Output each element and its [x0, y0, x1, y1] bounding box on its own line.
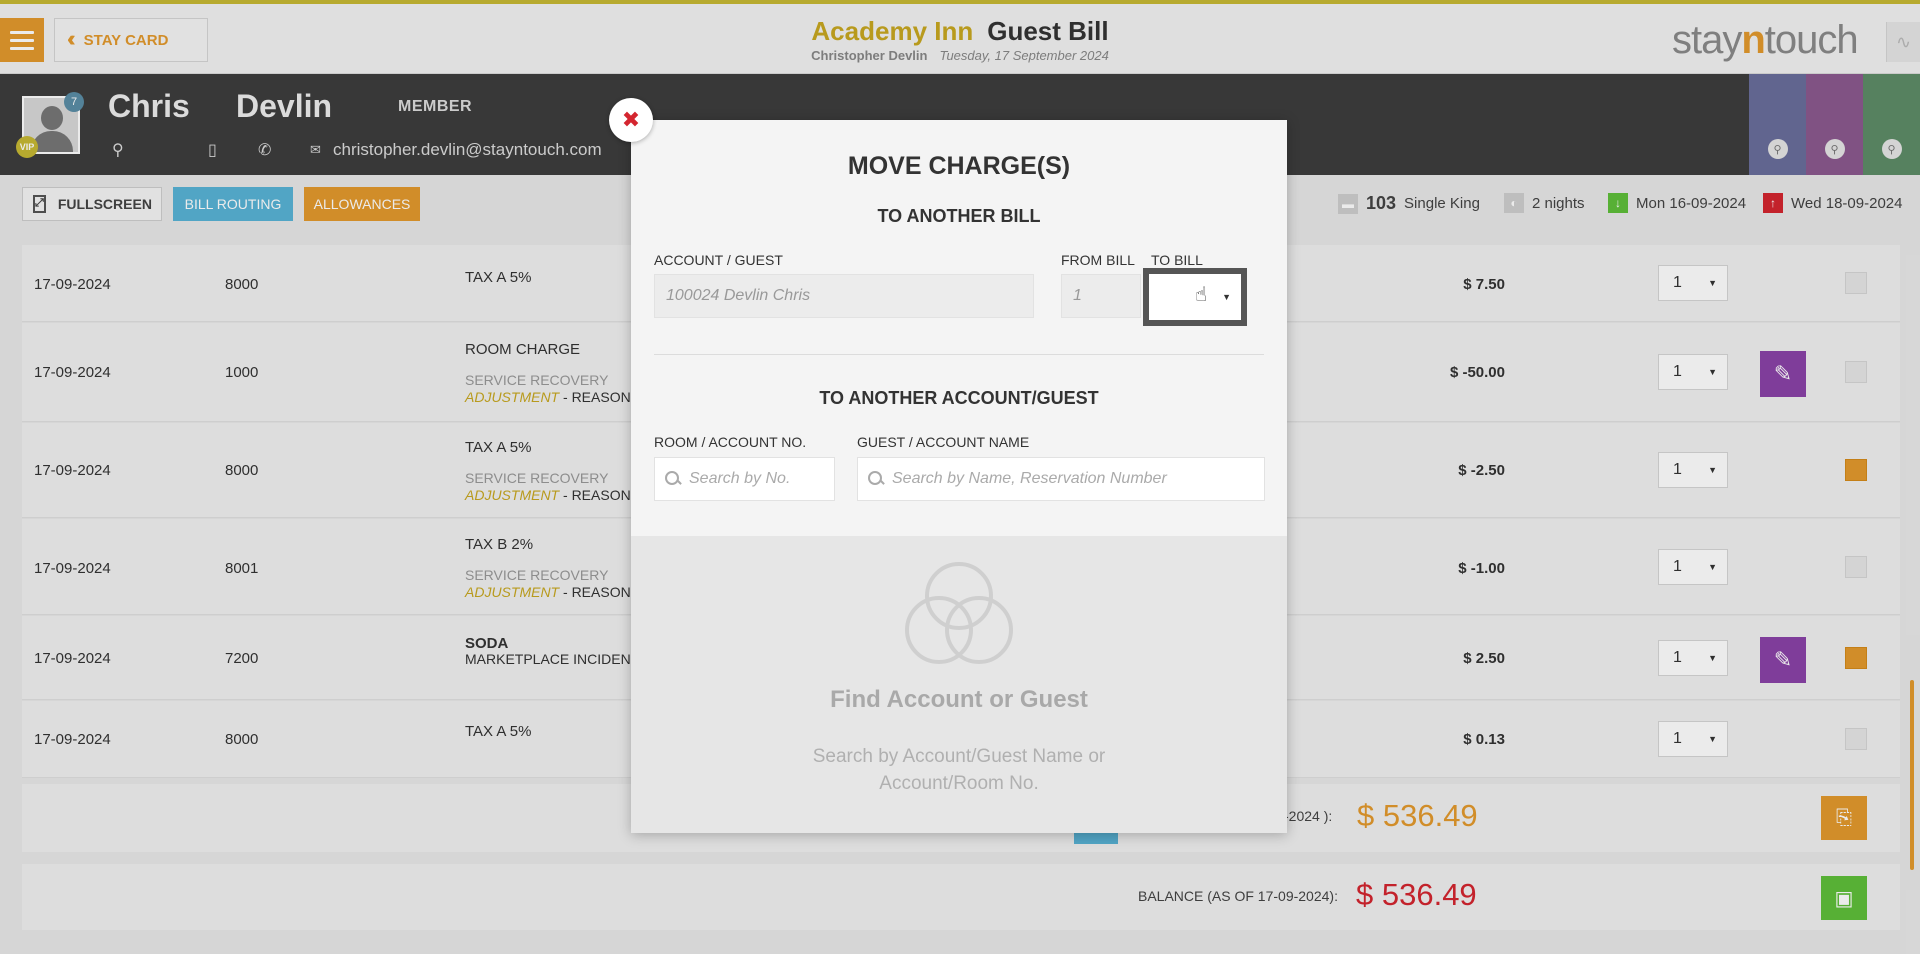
room-account-search[interactable]: Search by No. [654, 457, 835, 501]
venn-circles-icon [905, 562, 1013, 664]
empty-state-subtitle: Search by Account/Guest Name or Account/… [812, 746, 1106, 794]
to-another-account-heading: TO ANOTHER ACCOUNT/GUEST [819, 388, 1099, 408]
close-modal-button[interactable]: ✖ [609, 98, 653, 142]
close-icon: ✖ [621, 107, 641, 132]
modal-title: MOVE CHARGE(S) [847, 152, 1071, 180]
search-results-area: Find Account or Guest Search by Account/… [631, 536, 1287, 833]
empty-state-title: Find Account or Guest [830, 686, 1088, 713]
divider [654, 354, 1264, 355]
search-icon [868, 471, 884, 487]
search-icon [665, 471, 681, 487]
caret-down-icon: ▼ [1222, 292, 1231, 302]
account-guest-field: 100024 Devlin Chris [654, 274, 1034, 318]
move-charges-modal: MOVE CHARGE(S) TO ANOTHER BILL ACCOUNT /… [631, 120, 1287, 833]
to-another-bill-heading: TO ANOTHER BILL [877, 206, 1041, 226]
hand-cursor-icon: ☝ [1195, 284, 1208, 306]
guest-account-search[interactable]: Search by Name, Reservation Number [857, 457, 1265, 501]
from-bill-field: 1 [1061, 274, 1141, 318]
